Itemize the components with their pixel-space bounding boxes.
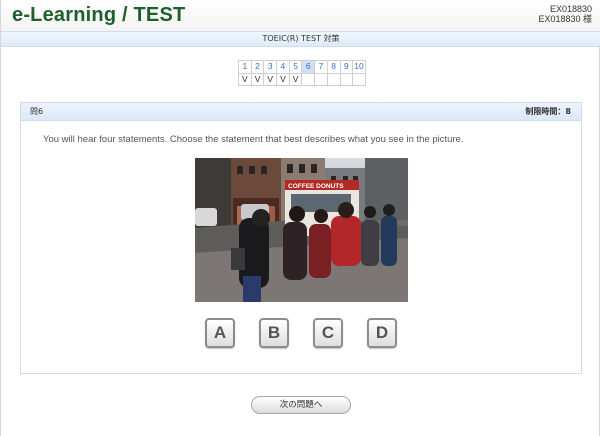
progress-question-link-9[interactable]: 9	[339, 60, 354, 74]
test-title: TOEIC(R) TEST 対策	[262, 34, 340, 43]
user-info: EX018830 EX018830 様	[538, 4, 592, 24]
progress-answered-mark-5: V	[288, 72, 303, 86]
progress-answered-mark-8	[326, 72, 341, 86]
progress-answered-mark-1: V	[238, 72, 252, 86]
time-limit: 制限時間：8	[525, 107, 571, 116]
choice-a-button[interactable]: A	[205, 318, 235, 348]
progress-question-link-7[interactable]: 7	[314, 60, 328, 74]
progress-question-link-3[interactable]: 3	[263, 60, 278, 74]
page-frame: e-Learning / TEST EX018830 EX018830 様 TO…	[0, 0, 600, 436]
progress-answered-mark-2: V	[250, 72, 265, 86]
app-logo: e-Learning / TEST	[12, 4, 186, 26]
header-bar: e-Learning / TEST EX018830 EX018830 様	[1, 0, 600, 31]
question-panel: 問6 制限時間：8 You will hear four statements.…	[20, 102, 582, 374]
progress-question-link-8[interactable]: 8	[326, 60, 341, 74]
test-title-bar: TOEIC(R) TEST 対策	[1, 31, 600, 47]
progress-answered-mark-7	[314, 72, 328, 86]
question-photo: COFFEE DONUTS	[195, 158, 408, 302]
progress-answered-mark-6	[301, 72, 316, 86]
progress-answered-mark-4: V	[276, 72, 290, 86]
street-scene-image: COFFEE DONUTS	[195, 158, 408, 302]
user-name: EX018830 様	[538, 14, 592, 24]
question-instruction: You will hear four statements. Choose th…	[43, 134, 464, 145]
progress-question-link-10[interactable]: 10	[352, 60, 366, 74]
user-id: EX018830	[549, 4, 592, 14]
choice-b-button[interactable]: B	[259, 318, 289, 348]
progress-answered-mark-9	[339, 72, 354, 86]
progress-question-link-6[interactable]: 6	[301, 60, 316, 74]
progress-mark-row: VVVVV	[238, 72, 366, 86]
question-number: 問6	[30, 107, 44, 116]
progress-question-link-5[interactable]: 5	[288, 60, 303, 74]
question-progress-table: 1 2 3 4 5 6 7 8 9 10 VVVVV	[238, 60, 366, 86]
progress-number-row: 1 2 3 4 5 6 7 8 9 10	[238, 60, 366, 74]
progress-answered-mark-3: V	[263, 72, 278, 86]
choice-d-button[interactable]: D	[367, 318, 397, 348]
choice-c-button[interactable]: C	[313, 318, 343, 348]
progress-question-link-4[interactable]: 4	[276, 60, 290, 74]
photo-sign-text: COFFEE DONUTS	[288, 183, 344, 190]
progress-question-link-1[interactable]: 1	[238, 60, 252, 74]
progress-answered-mark-10	[352, 72, 366, 86]
next-question-button[interactable]: 次の問題へ	[251, 396, 351, 414]
question-header: 問6 制限時間：8	[21, 103, 581, 121]
progress-question-link-2[interactable]: 2	[250, 60, 265, 74]
